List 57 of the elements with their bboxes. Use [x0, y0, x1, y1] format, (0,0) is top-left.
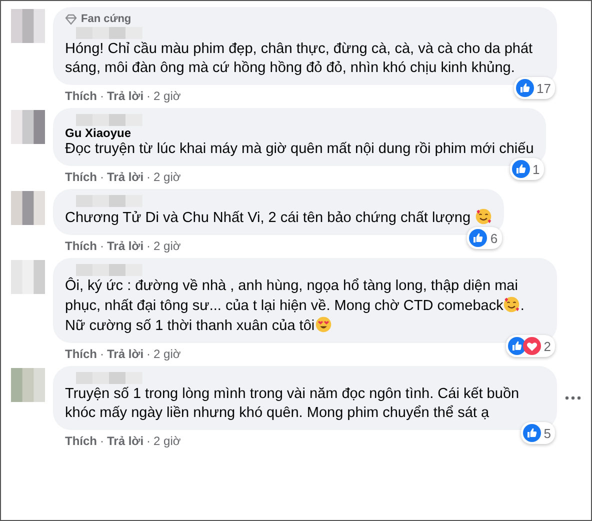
separator-dot: ·: [100, 239, 104, 253]
reaction-badge[interactable]: 5: [520, 422, 555, 444]
separator-dot: ·: [146, 239, 151, 253]
separator-dot: ·: [100, 434, 104, 448]
comment-text: Hóng! Chỉ cầu màu phim đẹp, chân thực, đừng cà, cà, và cà cho da phát sáng, môi đàn ông mà cứ hồng hồng đỏ đỏ, nhìn khó chịu kinh khủng.: [65, 40, 534, 78]
separator-dot: ·: [100, 170, 104, 184]
timestamp[interactable]: 2 giờ: [154, 239, 181, 253]
timestamp[interactable]: 2 giờ: [154, 89, 181, 103]
timestamp[interactable]: 2 giờ: [154, 347, 181, 361]
reaction-count: 6: [490, 230, 498, 246]
action-link[interactable]: Trả lời: [107, 434, 144, 448]
reaction-count: 2: [544, 338, 551, 354]
action-link[interactable]: Thích: [65, 434, 97, 448]
more-options-icon[interactable]: [565, 396, 581, 400]
avatar[interactable]: [11, 9, 45, 43]
thumbs-up-icon: [512, 160, 530, 178]
separator-dot: ·: [146, 170, 151, 184]
timestamp[interactable]: 2 giờ: [154, 170, 181, 184]
heart-eyes-face-icon: [314, 316, 332, 333]
action-link[interactable]: Trả lời: [107, 347, 144, 361]
action-link[interactable]: Trả lời: [107, 89, 144, 103]
thumbs-up-icon: [522, 424, 541, 442]
separator-dot: ·: [146, 347, 151, 361]
action-link[interactable]: Trả lời: [107, 239, 144, 253]
separator-dot: ·: [146, 434, 151, 448]
reaction-badge[interactable]: 6: [467, 227, 502, 249]
comment-text: Truyện số 1 trong lòng mình trong vài năm đọc ngôn tình. Cái kết buồn khóc mấy ngày liền nhưng khó quên. Mong phim chuyển thể sát ạ: [65, 385, 520, 423]
separator-dot: ·: [100, 89, 104, 103]
reaction-badge[interactable]: 2: [506, 335, 555, 357]
avatar[interactable]: [11, 191, 45, 225]
avatar[interactable]: [11, 110, 45, 144]
comment-text: Ôi, ký ức : đường về nhà , anh hùng, ngọa hổ tàng long, thập diện mai phục, nhất đại tông sư... của t lại hiện về. Mong chờ CTD comeback . Nữ cường số 1 thời thanh xuân của tôi: [65, 277, 526, 336]
comment-text: Chương Tử Di và Chu Nhất Vi, 2 cái tên bảo chứng chất lượng: [65, 208, 492, 228]
thumbs-up-icon: [508, 337, 526, 355]
avatar[interactable]: [11, 368, 45, 402]
separator-dot: ·: [146, 89, 151, 103]
smiling-face-hearts-icon: [474, 208, 492, 225]
avatar[interactable]: [11, 260, 45, 294]
reaction-count: 5: [544, 426, 551, 440]
reaction-count: 17: [536, 80, 551, 96]
badge-label: Fan cứng: [81, 13, 132, 26]
action-link[interactable]: Trả lời: [107, 170, 144, 184]
author-name[interactable]: Gu Xiaoyue: [65, 127, 534, 140]
action-link[interactable]: Thích: [65, 347, 97, 361]
diamond-icon: [65, 14, 77, 25]
timestamp[interactable]: 2 giờ: [154, 434, 181, 448]
reaction-count: 1: [532, 162, 540, 176]
action-link[interactable]: Thích: [65, 239, 97, 253]
thumbs-up-icon: [516, 79, 534, 97]
thumbs-up-icon: [469, 229, 488, 247]
reaction-badge[interactable]: 1: [510, 158, 544, 180]
smiling-face-hearts-icon: [503, 296, 520, 313]
action-link[interactable]: Thích: [65, 170, 97, 184]
comment-text: Đọc truyện từ lúc khai máy mà giờ quên mất nội dung rồi phim mới chiếu: [65, 140, 534, 159]
action-link[interactable]: Thích: [65, 89, 97, 103]
separator-dot: ·: [100, 347, 104, 361]
reaction-badge[interactable]: 17: [514, 77, 555, 99]
